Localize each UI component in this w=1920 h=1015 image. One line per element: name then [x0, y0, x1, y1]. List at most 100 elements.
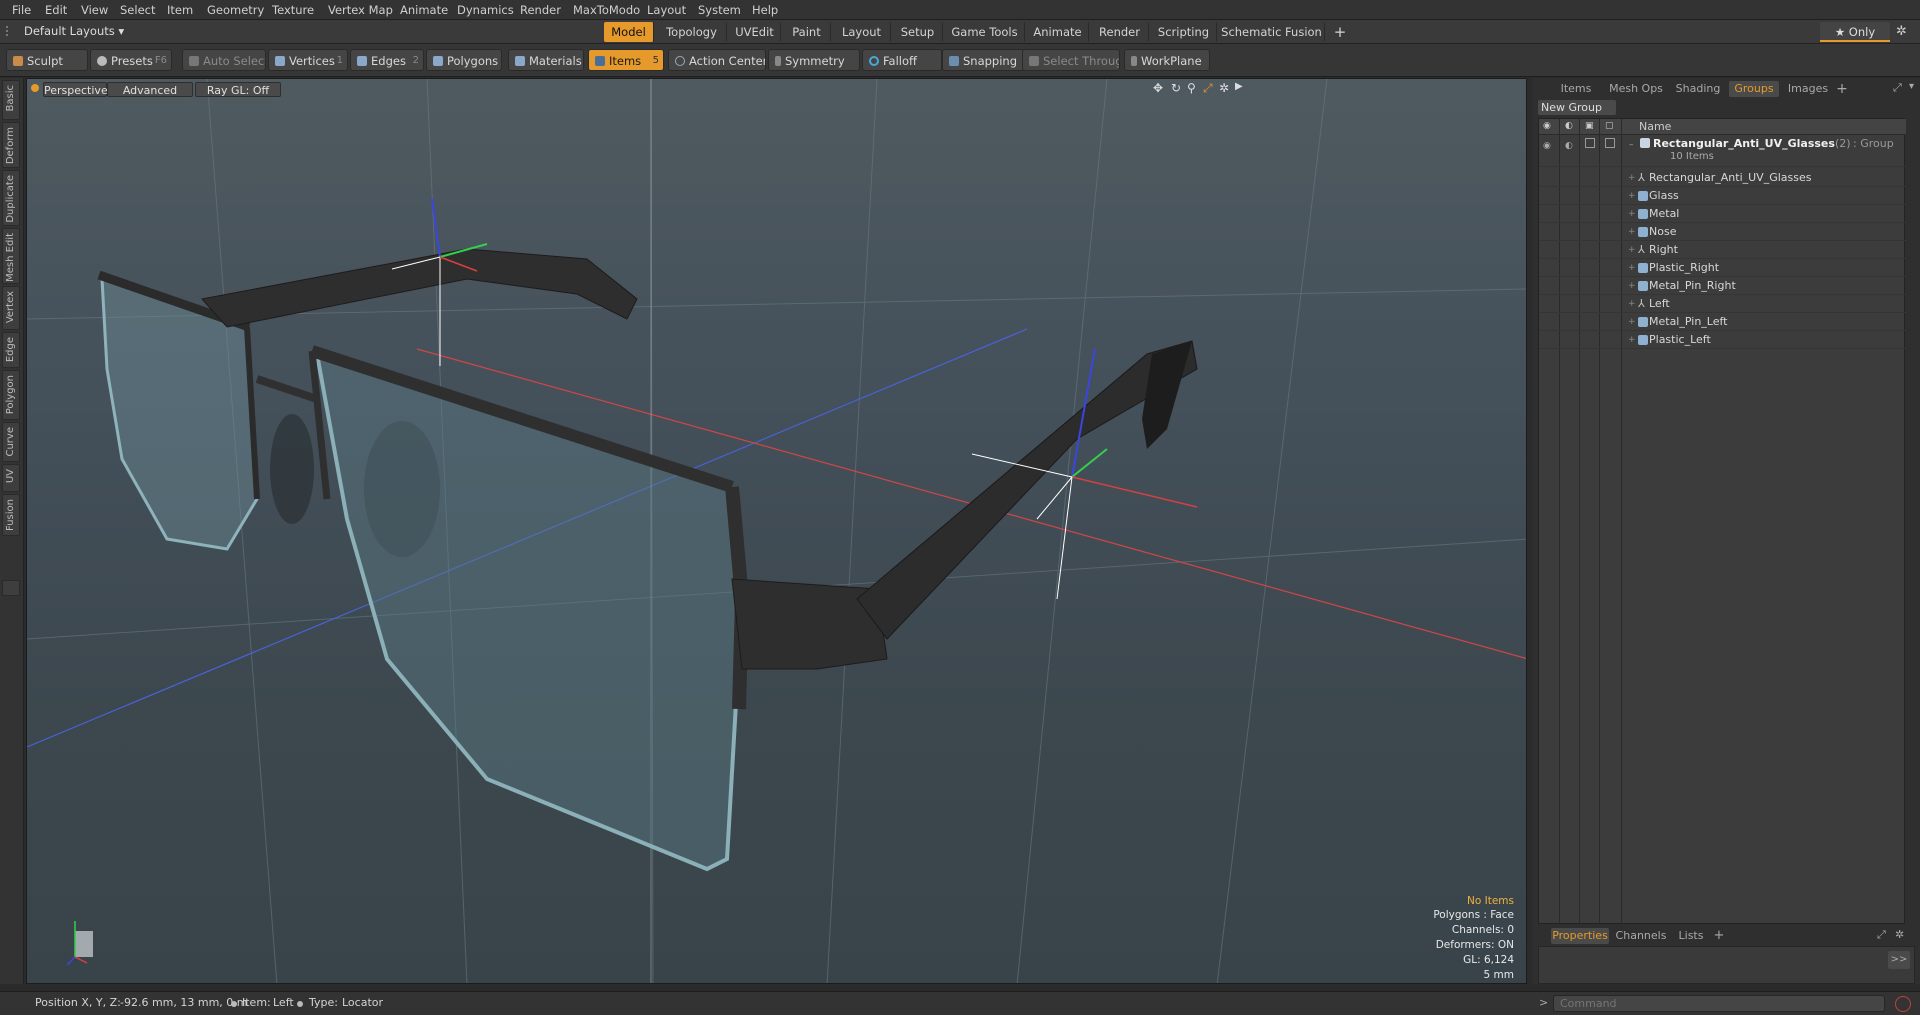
- viewport-menu-dot[interactable]: [31, 84, 39, 92]
- vertices-button[interactable]: Vertices 1: [268, 49, 348, 71]
- zoom-icon[interactable]: ⚲: [1187, 81, 1196, 95]
- panel-expand-icon[interactable]: ⤢: [1893, 81, 1902, 95]
- tab-paint[interactable]: Paint: [783, 22, 831, 42]
- fit-icon[interactable]: ⤢: [1203, 81, 1213, 96]
- edges-button[interactable]: Edges 2: [350, 49, 424, 71]
- menu-render[interactable]: Render: [520, 3, 561, 17]
- expand-arrow-icon[interactable]: +: [1628, 169, 1636, 187]
- menu-help[interactable]: Help: [752, 3, 778, 17]
- menu-animate[interactable]: Animate: [400, 3, 448, 17]
- record-icon[interactable]: [1895, 996, 1911, 1012]
- properties-expand-icon[interactable]: ⤢: [1877, 928, 1886, 942]
- tab-duplicate[interactable]: Duplicate: [2, 170, 20, 226]
- tab-items[interactable]: Items: [1553, 81, 1599, 97]
- tab-lists[interactable]: Lists: [1673, 928, 1709, 944]
- add-properties-tab[interactable]: +: [1713, 928, 1725, 944]
- action-center-button[interactable]: Action Center: [668, 49, 766, 71]
- select-col-icon[interactable]: ▢: [1605, 121, 1614, 131]
- tab-render[interactable]: Render: [1091, 22, 1149, 42]
- list-item[interactable]: + Nose: [1539, 223, 1906, 241]
- polygons-button[interactable]: Polygons: [426, 49, 502, 71]
- list-item[interactable]: + ⅄ Rectangular_Anti_UV_Glasses: [1539, 169, 1906, 187]
- tab-uvedit[interactable]: UVEdit: [729, 22, 781, 42]
- tab-schematic-fusion[interactable]: Schematic Fusion: [1219, 22, 1325, 42]
- tab-layout[interactable]: Layout: [833, 22, 891, 42]
- select-through-button[interactable]: Select Through: [1022, 49, 1120, 71]
- expand-arrow-icon[interactable]: +: [1628, 295, 1636, 313]
- tab-polygon[interactable]: Polygon: [2, 370, 20, 420]
- visibility-toggle[interactable]: ◉: [1543, 137, 1551, 155]
- list-item[interactable]: + Glass: [1539, 187, 1906, 205]
- tab-scripting[interactable]: Scripting: [1151, 22, 1217, 42]
- render-toggle[interactable]: ◐: [1565, 137, 1573, 155]
- rotate-icon[interactable]: ↻: [1171, 81, 1181, 95]
- tab-images[interactable]: Images: [1783, 81, 1833, 97]
- menu-view[interactable]: View: [81, 3, 108, 17]
- collapse-toggle[interactable]: [2, 580, 20, 596]
- symmetry-button[interactable]: Symmetry: [768, 49, 860, 71]
- list-item[interactable]: + Metal: [1539, 205, 1906, 223]
- layouts-dropdown[interactable]: Default Layouts ▾: [24, 24, 124, 38]
- viewport-settings-icon[interactable]: ✲: [1219, 81, 1229, 95]
- materials-button[interactable]: Materials: [508, 49, 584, 71]
- lock-col-icon[interactable]: ▣: [1585, 121, 1594, 131]
- menu-file[interactable]: File: [12, 3, 31, 17]
- list-item[interactable]: + ⅄ Right: [1539, 241, 1906, 259]
- tab-shading[interactable]: Shading: [1673, 81, 1723, 97]
- pan-icon[interactable]: ✥: [1153, 81, 1163, 95]
- tab-animate[interactable]: Animate: [1027, 22, 1089, 42]
- menu-item[interactable]: Item: [167, 3, 193, 17]
- add-tab-button[interactable]: +: [1330, 22, 1350, 42]
- expand-arrow-icon[interactable]: +: [1628, 223, 1636, 241]
- name-column-header[interactable]: Name: [1639, 120, 1671, 133]
- workplane-button[interactable]: WorkPlane: [1124, 49, 1210, 71]
- snapping-button[interactable]: Snapping: [942, 49, 1026, 71]
- expand-arrow-icon[interactable]: +: [1628, 241, 1636, 259]
- command-input[interactable]: [1553, 995, 1885, 1012]
- tab-mesh-edit[interactable]: Mesh Edit: [2, 228, 20, 284]
- select-toggle[interactable]: [1605, 138, 1615, 148]
- add-panel-tab[interactable]: +: [1835, 81, 1849, 97]
- expand-button[interactable]: >>: [1888, 951, 1910, 969]
- new-group-button[interactable]: New Group: [1538, 100, 1616, 115]
- menu-layout[interactable]: Layout: [647, 3, 686, 17]
- 3d-viewport[interactable]: Perspective Advanced Ray GL: Off ✥ ↻ ⚲ ⤢…: [26, 78, 1527, 984]
- menu-select[interactable]: Select: [120, 3, 155, 17]
- viewport-expand-icon[interactable]: ▶: [1235, 81, 1243, 92]
- tab-curve[interactable]: Curve: [2, 422, 20, 462]
- list-item[interactable]: + Metal_Pin_Left: [1539, 313, 1906, 331]
- menu-geometry[interactable]: Geometry: [207, 3, 264, 17]
- menu-texture[interactable]: Texture: [272, 3, 314, 17]
- shading-mode-button[interactable]: Advanced: [107, 82, 193, 97]
- menu-system[interactable]: System: [698, 3, 741, 17]
- raygl-button[interactable]: Ray GL: Off: [195, 82, 281, 97]
- gear-icon[interactable]: ✲: [1896, 24, 1907, 39]
- tab-deform[interactable]: Deform: [2, 122, 20, 168]
- visibility-col-icon[interactable]: ◉: [1543, 121, 1551, 131]
- group-row[interactable]: ◉ ◐ – Rectangular_Anti_UV_Glasses (2) : …: [1539, 135, 1906, 167]
- expand-arrow-icon[interactable]: +: [1628, 277, 1636, 295]
- list-item[interactable]: + ⅄ Left: [1539, 295, 1906, 313]
- expand-arrow-icon[interactable]: +: [1628, 313, 1636, 331]
- tab-model[interactable]: Model: [604, 22, 654, 42]
- tab-edge[interactable]: Edge: [2, 332, 20, 368]
- render-col-icon[interactable]: ◐: [1565, 121, 1573, 131]
- expand-arrow-icon[interactable]: +: [1628, 259, 1636, 277]
- properties-settings-icon[interactable]: ✲: [1895, 928, 1904, 941]
- items-button[interactable]: Items 5: [588, 49, 664, 71]
- tab-mesh-ops[interactable]: Mesh Ops: [1605, 81, 1667, 97]
- tab-groups[interactable]: Groups: [1729, 81, 1779, 97]
- expand-arrow-icon[interactable]: +: [1628, 205, 1636, 223]
- panel-menu-icon[interactable]: ▾: [1909, 81, 1914, 92]
- list-item[interactable]: + Plastic_Right: [1539, 259, 1906, 277]
- presets-button[interactable]: Presets F6: [90, 49, 172, 71]
- menu-vertex-map[interactable]: Vertex Map: [328, 3, 393, 17]
- falloff-button[interactable]: Falloff: [862, 49, 942, 71]
- collapse-arrow-icon[interactable]: –: [1629, 136, 1634, 154]
- expand-arrow-icon[interactable]: +: [1628, 331, 1636, 349]
- tab-uv[interactable]: UV: [2, 464, 20, 492]
- tab-topology[interactable]: Topology: [657, 22, 727, 42]
- sculpt-button[interactable]: Sculpt: [6, 49, 88, 71]
- tab-fusion[interactable]: Fusion: [2, 494, 20, 536]
- grip-handle[interactable]: [6, 26, 14, 36]
